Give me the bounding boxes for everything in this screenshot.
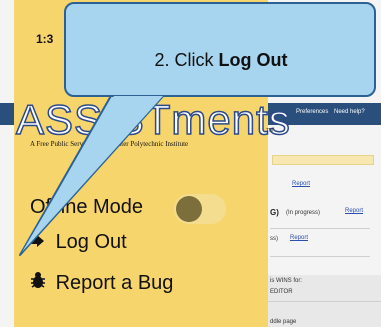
report-bug-menu-item[interactable]: Report a Bug	[30, 271, 173, 295]
editor-label: EDITOR	[270, 289, 293, 295]
partial-text: ss)	[270, 236, 278, 242]
divider	[270, 256, 370, 257]
log-out-label: Log Out	[55, 231, 127, 253]
need-help-link[interactable]: Need help?	[334, 109, 365, 115]
assistments-logo: ASSISTments	[15, 95, 291, 144]
offline-mode-label: Offline Mode	[30, 196, 144, 218]
callout-action: Log Out	[218, 50, 288, 70]
report-link-2[interactable]: Report	[345, 208, 363, 214]
sign-out-icon	[30, 234, 50, 253]
assignment-code: G)	[270, 208, 279, 217]
toggle-knob	[176, 196, 202, 222]
preferences-link[interactable]: Preferences	[296, 109, 328, 115]
divider	[268, 301, 381, 302]
instruction-callout: 2. Click Log Out	[64, 2, 376, 97]
log-out-menu-item[interactable]: Log Out	[30, 231, 127, 254]
report-bug-label: Report a Bug	[55, 272, 174, 294]
divider	[270, 228, 370, 229]
bug-icon	[30, 271, 50, 294]
wins-heading: is WINS for:	[270, 278, 303, 284]
status-time: 1:3	[36, 32, 54, 46]
logo-tagline: A Free Public Service of Worcester Polyt…	[30, 140, 189, 148]
assignment-status: (In progress)	[286, 210, 321, 216]
trademark-mark: TM	[266, 128, 274, 134]
offline-mode-toggle[interactable]	[174, 194, 226, 224]
wins-panel: is WINS for: EDITOR ddle page	[268, 275, 381, 327]
callout-prefix: 2. Click	[154, 50, 219, 70]
report-link-3[interactable]: Report	[290, 235, 308, 241]
report-link-1[interactable]: Report	[292, 181, 310, 187]
offline-mode-row: Offline Mode	[30, 196, 143, 219]
page-text: ddle page	[270, 319, 297, 325]
section-header	[272, 155, 374, 165]
callout-text: 2. Click Log Out	[66, 50, 376, 71]
